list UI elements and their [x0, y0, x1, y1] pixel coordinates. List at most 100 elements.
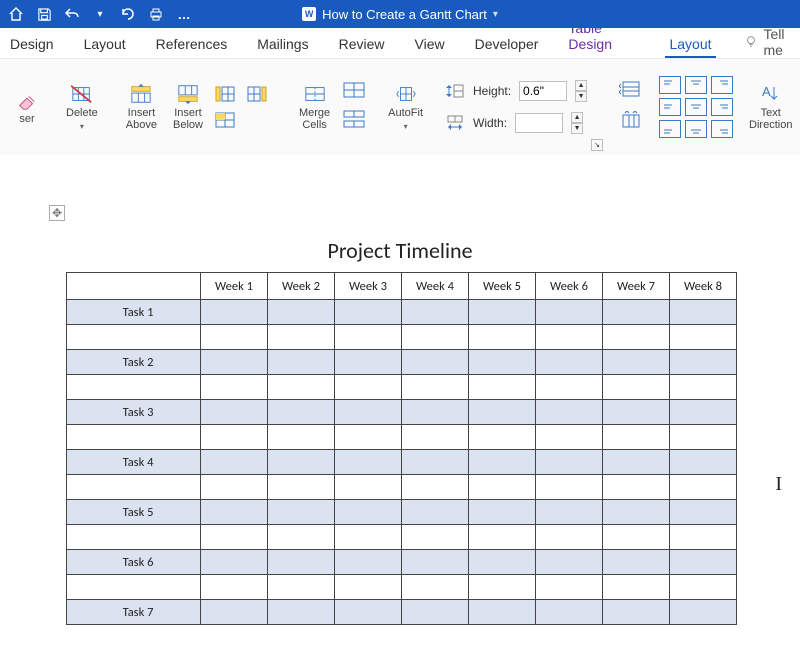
- table-cell[interactable]: [603, 550, 670, 575]
- table-cell[interactable]: [335, 425, 402, 450]
- table-cell[interactable]: [335, 600, 402, 625]
- task-label[interactable]: Task 3: [67, 400, 201, 425]
- insert-cells-button[interactable]: [213, 110, 237, 130]
- print-icon[interactable]: [148, 6, 164, 22]
- insert-right-button[interactable]: [245, 84, 269, 104]
- table-cell[interactable]: [603, 425, 670, 450]
- table-cell[interactable]: [67, 325, 201, 350]
- table-cell[interactable]: [402, 350, 469, 375]
- table-row[interactable]: Task 1: [67, 300, 737, 325]
- table-cell[interactable]: [670, 300, 737, 325]
- text-direction-button[interactable]: A Text Direction: [743, 80, 798, 134]
- task-label[interactable]: Task 5: [67, 500, 201, 525]
- table-cell[interactable]: [469, 300, 536, 325]
- tab-layout-contextual[interactable]: Layout: [665, 31, 715, 58]
- header-cell[interactable]: Week 2: [268, 273, 335, 300]
- table-cell[interactable]: [335, 525, 402, 550]
- delete-button[interactable]: Delete ▾: [60, 80, 104, 134]
- table-cell[interactable]: [469, 550, 536, 575]
- split-table-button[interactable]: [342, 110, 366, 133]
- table-cell[interactable]: [201, 525, 268, 550]
- table-cell[interactable]: [335, 500, 402, 525]
- table-cell[interactable]: [402, 400, 469, 425]
- table-cell[interactable]: [670, 475, 737, 500]
- split-cells-button[interactable]: [342, 81, 366, 104]
- tab-mailings[interactable]: Mailings: [253, 31, 312, 58]
- table-cell[interactable]: [670, 400, 737, 425]
- align-mid-right[interactable]: [711, 98, 733, 116]
- width-input[interactable]: [515, 113, 563, 133]
- table-cell[interactable]: [268, 425, 335, 450]
- table-cell[interactable]: [268, 400, 335, 425]
- table-cell[interactable]: [201, 475, 268, 500]
- title-chevron-icon[interactable]: ▾: [493, 9, 498, 20]
- table-cell[interactable]: [268, 550, 335, 575]
- table-cell[interactable]: [469, 375, 536, 400]
- table-cell[interactable]: [67, 475, 201, 500]
- table-cell[interactable]: [335, 450, 402, 475]
- gantt-table[interactable]: Week 1 Week 2 Week 3 Week 4 Week 5 Week …: [66, 272, 737, 625]
- header-cell[interactable]: Week 8: [670, 273, 737, 300]
- save-icon[interactable]: [36, 6, 52, 22]
- table-cell[interactable]: [536, 425, 603, 450]
- align-bot-right[interactable]: [711, 120, 733, 138]
- table-row[interactable]: Task 5: [67, 500, 737, 525]
- table-cell[interactable]: [268, 600, 335, 625]
- table-cell[interactable]: [335, 300, 402, 325]
- table-cell[interactable]: [670, 450, 737, 475]
- table-cell[interactable]: [67, 425, 201, 450]
- table-cell[interactable]: [67, 525, 201, 550]
- table-header-row[interactable]: Week 1 Week 2 Week 3 Week 4 Week 5 Week …: [67, 273, 737, 300]
- table-cell[interactable]: [603, 575, 670, 600]
- table-move-handle-icon[interactable]: ✥: [49, 205, 65, 221]
- table-cell[interactable]: [536, 350, 603, 375]
- table-cell[interactable]: [469, 425, 536, 450]
- tab-view[interactable]: View: [411, 31, 449, 58]
- align-bot-center[interactable]: [685, 120, 707, 138]
- table-cell[interactable]: [201, 500, 268, 525]
- more-commands-icon[interactable]: …: [176, 6, 192, 22]
- table-cell[interactable]: [603, 475, 670, 500]
- height-input[interactable]: [519, 81, 567, 101]
- tab-review[interactable]: Review: [335, 31, 389, 58]
- table-cell[interactable]: [402, 475, 469, 500]
- tab-layout-main[interactable]: Layout: [80, 31, 130, 58]
- table-cell[interactable]: [536, 500, 603, 525]
- table-cell[interactable]: [469, 500, 536, 525]
- table-cell[interactable]: [536, 600, 603, 625]
- align-top-right[interactable]: [711, 76, 733, 94]
- table-cell[interactable]: [402, 375, 469, 400]
- table-cell[interactable]: [201, 300, 268, 325]
- table-cell[interactable]: [335, 375, 402, 400]
- table-cell[interactable]: [536, 450, 603, 475]
- table-cell[interactable]: [670, 600, 737, 625]
- table-cell[interactable]: [670, 500, 737, 525]
- table-row[interactable]: Task 7: [67, 600, 737, 625]
- table-cell[interactable]: [469, 475, 536, 500]
- table-cell[interactable]: [201, 600, 268, 625]
- redo-icon[interactable]: [120, 6, 136, 22]
- table-cell[interactable]: [201, 575, 268, 600]
- table-cell[interactable]: [469, 575, 536, 600]
- task-label[interactable]: Task 2: [67, 350, 201, 375]
- distribute-columns-button[interactable]: [619, 111, 643, 134]
- table-cell[interactable]: [469, 400, 536, 425]
- table-row[interactable]: [67, 475, 737, 500]
- table-cell[interactable]: [268, 575, 335, 600]
- table-cell[interactable]: [201, 425, 268, 450]
- table-cell[interactable]: [402, 575, 469, 600]
- table-cell[interactable]: [402, 550, 469, 575]
- home-icon[interactable]: [8, 6, 24, 22]
- project-title[interactable]: Project Timeline: [0, 237, 800, 264]
- table-cell[interactable]: [335, 575, 402, 600]
- table-cell[interactable]: [536, 475, 603, 500]
- align-top-left[interactable]: [659, 76, 681, 94]
- table-cell[interactable]: [670, 350, 737, 375]
- table-cell[interactable]: [670, 375, 737, 400]
- table-row[interactable]: [67, 425, 737, 450]
- table-cell[interactable]: [201, 375, 268, 400]
- table-cell[interactable]: [268, 475, 335, 500]
- table-cell[interactable]: [335, 350, 402, 375]
- table-cell[interactable]: [402, 450, 469, 475]
- table-cell[interactable]: [201, 325, 268, 350]
